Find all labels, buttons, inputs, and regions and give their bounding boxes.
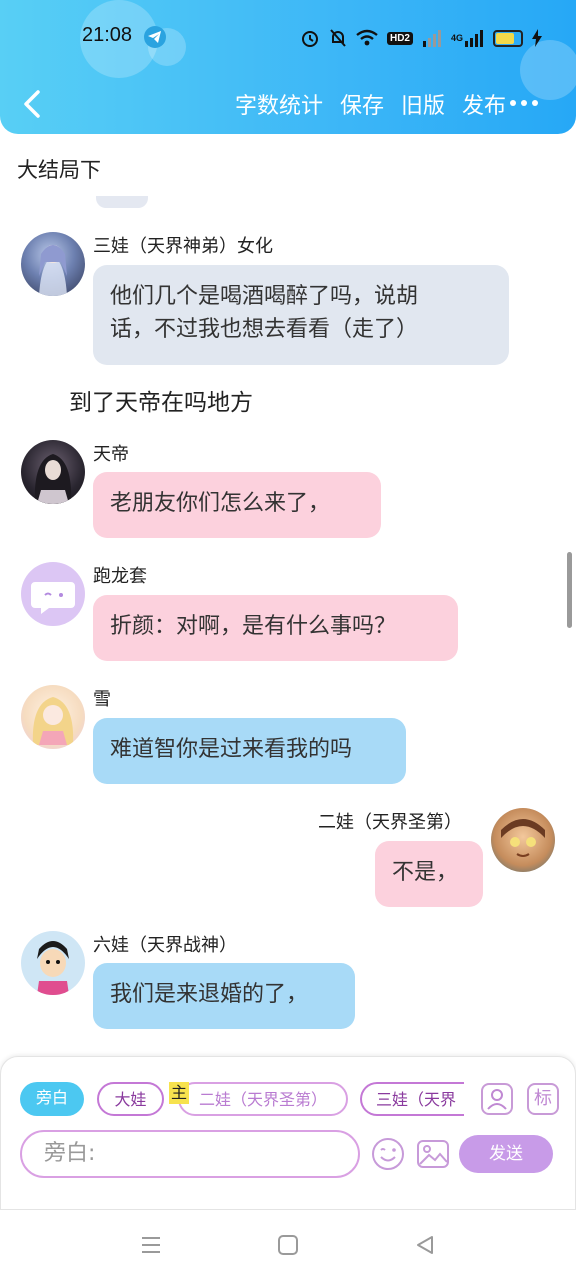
emoji-icon (372, 1138, 404, 1170)
back-triangle-icon[interactable] (414, 1234, 436, 1256)
old-version-button[interactable]: 旧版 (401, 88, 445, 120)
mark-button[interactable]: 标 (527, 1083, 559, 1115)
role-chip-erwa[interactable]: 二娃（天界圣第） (178, 1082, 348, 1116)
message-text: 不是， (392, 860, 459, 885)
scrollbar[interactable] (567, 552, 572, 628)
chapter-title: 大结局下 (17, 158, 101, 182)
word-count-button[interactable]: 字数统计 (235, 88, 323, 120)
avatar-paolongtao[interactable] (21, 562, 85, 626)
status-time: 21:08 (82, 24, 133, 46)
network-type: 4G (450, 33, 463, 43)
message-bubble[interactable]: 他们几个是喝酒喝醉了吗，说胡 话，不过我也想去看看（走了） (93, 265, 509, 365)
battery-icon (493, 29, 523, 47)
hd-badge: HD2 (386, 31, 413, 45)
message-text-line: 他们几个是喝酒喝醉了吗，说胡 (110, 284, 419, 309)
telegram-icon (144, 26, 166, 48)
sender-name: 二娃（天界圣第） (318, 812, 462, 833)
avatar-tiandi[interactable] (21, 440, 85, 504)
avatar-liuwa[interactable] (21, 931, 85, 995)
back-button[interactable] (18, 86, 48, 122)
system-nav-bar (0, 1210, 576, 1280)
message-text: 老朋友你们怎么来了， (110, 491, 331, 516)
home-icon[interactable] (277, 1234, 299, 1256)
image-button[interactable] (416, 1137, 450, 1171)
role-chip-dawa[interactable]: 大娃 (97, 1082, 164, 1116)
role-chip-label: 三娃（天界 (376, 1090, 457, 1109)
chevron-left-icon (24, 90, 40, 118)
message-text-line: 话，不过我也想去看看（走了） (110, 317, 419, 342)
alarm-icon (301, 31, 318, 47)
sender-name: 天帝 (93, 444, 129, 465)
message-bubble[interactable]: 折颜：对啊，是有什么事吗？ (93, 595, 458, 661)
status-icons: HD2 4G (300, 26, 542, 50)
mute-bell-icon (330, 29, 346, 47)
message-input[interactable]: 旁白: (20, 1130, 360, 1178)
image-icon (417, 1140, 449, 1168)
sender-name: 跑龙套 (93, 566, 147, 587)
wifi-icon (356, 29, 378, 46)
avatar-sanwa[interactable] (21, 232, 85, 296)
narration-text[interactable]: 到了天帝在吗地方 (69, 383, 253, 417)
main-role-badge: 主 (169, 1082, 189, 1104)
message-bubble[interactable]: 我们是来退婚的了， (93, 963, 355, 1029)
more-options-icon[interactable] (510, 100, 538, 106)
menu-icon[interactable] (140, 1234, 162, 1256)
message-bubble[interactable]: 不是， (375, 841, 483, 907)
role-manage-button[interactable] (481, 1083, 513, 1115)
sender-name: 雪 (93, 689, 111, 710)
sender-name: 三娃（天界神弟）女化 (93, 236, 273, 257)
signal-icon-2 (465, 30, 483, 47)
avatar-xue[interactable] (21, 685, 85, 749)
avatar-erwa[interactable] (491, 808, 555, 872)
message-text: 难道智你是过来看我的吗 (110, 737, 353, 762)
emoji-button[interactable] (371, 1137, 405, 1171)
message-bubble[interactable]: 老朋友你们怎么来了， (93, 472, 381, 538)
message-text: 折颜：对啊，是有什么事吗？ (110, 614, 397, 639)
send-button[interactable]: 发送 (459, 1135, 553, 1173)
charging-icon (532, 29, 542, 47)
publish-button[interactable]: 发布 (462, 88, 506, 120)
message-bubble[interactable]: 难道智你是过来看我的吗 (93, 718, 406, 784)
role-chip-narration[interactable]: 旁白 (20, 1082, 84, 1116)
app-header: 21:08 HD2 4G 字数统计 保存 旧版 发布 (0, 0, 576, 134)
user-icon (487, 1089, 507, 1110)
save-button[interactable]: 保存 (340, 88, 384, 120)
message-text: 我们是来退婚的了， (110, 982, 309, 1007)
sender-name: 六娃（天界战神） (93, 935, 237, 956)
previous-message-edge (96, 196, 148, 208)
signal-icon-1 (422, 30, 441, 47)
role-chip-sanwa[interactable]: 三娃（天界 (360, 1082, 464, 1116)
status-bar: 21:08 HD2 4G (0, 20, 576, 54)
toolbar-menu: 字数统计 保存 旧版 发布 (235, 88, 506, 120)
